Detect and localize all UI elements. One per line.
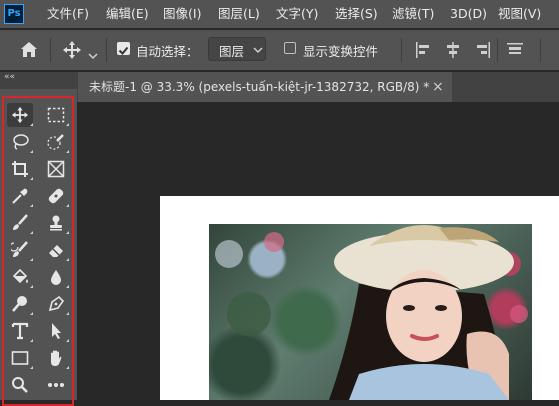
align-left-icon[interactable] bbox=[414, 41, 432, 63]
brush-tool-icon[interactable] bbox=[7, 211, 33, 235]
close-icon[interactable]: × bbox=[432, 72, 444, 102]
history-brush-tool-icon[interactable] bbox=[7, 238, 33, 262]
menu-select[interactable]: 选择(S) bbox=[335, 0, 378, 28]
align-top-icon[interactable] bbox=[506, 41, 524, 63]
crop-tool-icon[interactable] bbox=[7, 157, 33, 181]
home-icon[interactable] bbox=[20, 41, 38, 62]
more-tools-icon[interactable] bbox=[43, 373, 69, 397]
check-icon bbox=[118, 46, 129, 55]
frame-tool-icon[interactable] bbox=[43, 157, 69, 181]
menu-type[interactable]: 文字(Y) bbox=[276, 0, 318, 28]
move-tool-icon[interactable] bbox=[7, 103, 33, 127]
options-bar: 自动选择： 图层 显示变换控件 bbox=[0, 30, 559, 70]
auto-select-checkbox[interactable] bbox=[117, 42, 130, 55]
zoom-tool-icon[interactable] bbox=[7, 373, 33, 397]
document-tab[interactable]: 未标题-1 @ 33.3% (pexels-tuấn-kiệt-jr-13827… bbox=[78, 72, 452, 102]
menu-3d[interactable]: 3D(D) bbox=[450, 0, 487, 28]
lasso-tool-icon[interactable] bbox=[7, 130, 33, 154]
eraser-tool-icon[interactable] bbox=[43, 238, 69, 262]
menu-layer[interactable]: 图层(L) bbox=[218, 0, 260, 28]
menu-filter[interactable]: 滤镜(T) bbox=[392, 0, 434, 28]
move-icon[interactable] bbox=[62, 41, 82, 63]
portrait-photo-illustration bbox=[215, 225, 528, 400]
auto-select-value: 图层 bbox=[219, 44, 245, 59]
auto-select-label: 自动选择： bbox=[136, 44, 199, 59]
clone-stamp-tool-icon[interactable] bbox=[43, 211, 69, 235]
placed-photo-image[interactable] bbox=[209, 224, 532, 400]
healing-brush-tool-icon[interactable] bbox=[43, 184, 69, 208]
align-right-icon[interactable] bbox=[474, 41, 492, 63]
show-transform-label: 显示变换控件 bbox=[303, 44, 379, 59]
align-hcenter-icon[interactable] bbox=[444, 41, 462, 63]
menu-edit[interactable]: 编辑(E) bbox=[106, 0, 149, 28]
marquee-tool-icon[interactable] bbox=[43, 103, 69, 127]
menu-bar: Ps 文件(F) 编辑(E) 图像(I) 图层(L) 文字(Y) 选择(S) 滤… bbox=[0, 0, 559, 28]
type-tool-icon[interactable] bbox=[7, 319, 33, 343]
show-transform-checkbox[interactable] bbox=[284, 42, 296, 54]
dodge-tool-icon[interactable] bbox=[7, 292, 33, 316]
collapse-panel-icon[interactable]: «« bbox=[4, 72, 15, 82]
path-selection-tool-icon[interactable] bbox=[43, 319, 69, 343]
tool-preset-chevron-down-icon[interactable] bbox=[88, 45, 98, 64]
menu-image[interactable]: 图像(I) bbox=[163, 0, 201, 28]
rectangle-tool-icon[interactable] bbox=[7, 346, 33, 370]
eyedropper-tool-icon[interactable] bbox=[7, 184, 33, 208]
pen-tool-icon[interactable] bbox=[43, 292, 69, 316]
blur-tool-icon[interactable] bbox=[43, 265, 69, 289]
auto-select-dropdown[interactable]: 图层 bbox=[208, 37, 266, 61]
quick-selection-tool-icon[interactable] bbox=[43, 130, 69, 154]
document-tab-title: 未标题-1 @ 33.3% (pexels-tuấn-kiệt-jr-13827… bbox=[89, 80, 430, 94]
chevron-down-icon bbox=[253, 47, 263, 54]
photoshop-logo[interactable]: Ps bbox=[4, 4, 24, 24]
paint-bucket-tool-icon[interactable] bbox=[7, 265, 33, 289]
document-tab-bar: 未标题-1 @ 33.3% (pexels-tuấn-kiệt-jr-13827… bbox=[0, 72, 559, 102]
menu-view[interactable]: 视图(V) bbox=[498, 0, 541, 28]
hand-tool-icon[interactable] bbox=[43, 346, 69, 370]
menu-file[interactable]: 文件(F) bbox=[47, 0, 89, 28]
